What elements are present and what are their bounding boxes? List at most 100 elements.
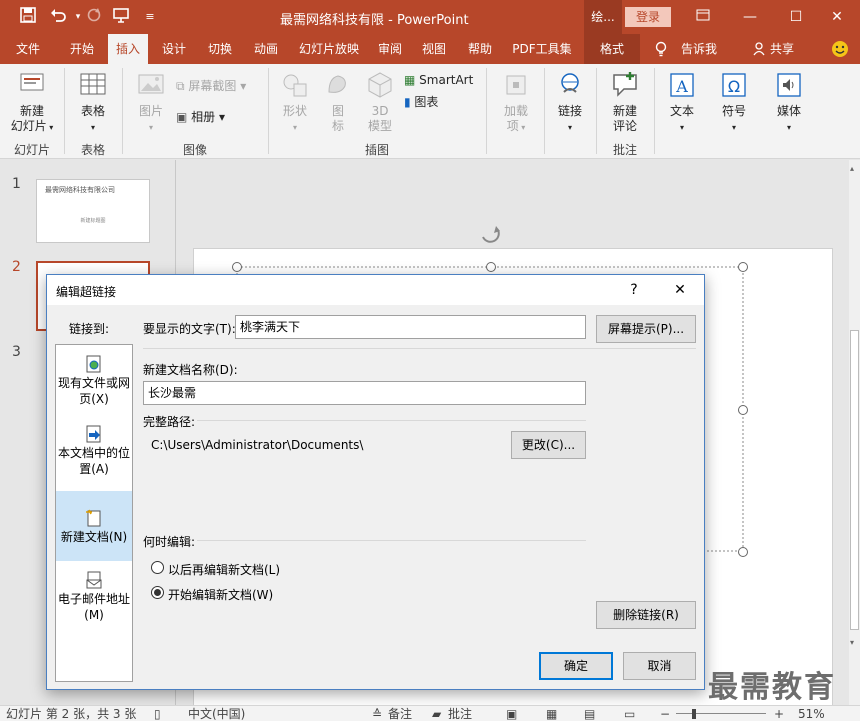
display-text-input[interactable]: 桃李满天下 [235,315,586,339]
edit-now-radio[interactable] [151,586,164,599]
icons-button[interactable]: 图 标 [318,70,358,134]
new-comment-button[interactable]: 新建 评论 [602,70,648,134]
smartart-button[interactable]: ▦ SmartArt [404,72,473,88]
help-button[interactable]: ? [623,279,645,301]
close-icon[interactable]: ✕ [814,0,860,34]
tab-transitions[interactable]: 切换 [200,34,240,64]
smiley-icon[interactable] [828,34,852,64]
normal-view-icon[interactable]: ▣ [506,707,517,721]
web-page-icon [86,355,101,373]
tab-help[interactable]: 帮助 [462,34,498,64]
slide-sorter-icon[interactable]: ▦ [546,707,557,721]
watermark: 最需教育 [708,670,836,705]
maximize-icon[interactable]: ☐ [773,0,819,34]
3d-models-button[interactable]: 3D 模型 [360,70,400,134]
change-path-button[interactable]: 更改(C)... [511,431,586,459]
notes-button[interactable]: 备注 [388,707,412,721]
tab-review[interactable]: 审阅 [372,34,408,64]
redo-icon[interactable] [84,7,104,27]
full-path-label: 完整路径: [143,415,196,429]
symbol-button[interactable]: Ω 符号 ▾ [712,70,756,135]
tab-format[interactable]: 格式 [584,34,640,64]
vertical-scrollbar[interactable]: ▴ ▾ [849,160,860,705]
link-to-place-in-document[interactable]: 本文档中的位 置(A) [56,425,132,487]
link-to-email[interactable]: 电子邮件地址 (M) [56,571,132,631]
share-icon[interactable] [752,34,766,64]
table-button[interactable]: 表格 ▾ [70,70,116,135]
media-button[interactable]: 媒体 ▾ [766,70,812,135]
notes-icon[interactable]: ≙ [372,707,382,721]
screenshot-button[interactable]: ⧉ 屏幕截图 ▾ [176,78,246,94]
spellcheck-icon[interactable]: ▯ [154,707,161,721]
display-text-label: 要显示的文字(T): [143,322,236,336]
edit-now-label[interactable]: 开始编辑新文档(W) [168,586,273,603]
scroll-thumb[interactable] [850,330,859,630]
chart-label: 图表 [414,95,439,109]
customize-icon[interactable]: ≡ [140,7,160,27]
tell-me-search[interactable]: 告诉我 [674,34,724,64]
tab-pdf-tools[interactable]: PDF工具集 [506,34,578,64]
new-document-name-input[interactable]: 长沙最需 [143,381,586,405]
shapes-button[interactable]: 形状 ▾ [274,70,316,135]
link-to-new-document[interactable]: 新建文档(N) [56,491,132,561]
remove-link-button[interactable]: 删除链接(R) [596,601,696,629]
tab-view[interactable]: 视图 [416,34,452,64]
tab-design[interactable]: 设计 [154,34,194,64]
tab-slideshow[interactable]: 幻灯片放映 [292,34,366,64]
resize-handle[interactable] [738,405,748,415]
zoom-level[interactable]: 51% [798,707,825,721]
zoom-slider[interactable] [676,713,766,714]
zoom-out-icon[interactable]: − [660,707,670,721]
resize-handle[interactable] [232,262,242,272]
comments-icon[interactable]: ▰ [432,707,441,721]
language-indicator[interactable]: 中文(中国) [188,707,245,721]
resize-handle[interactable] [738,547,748,557]
edit-later-radio[interactable] [151,561,164,574]
reading-view-icon[interactable]: ▤ [584,707,595,721]
link-to-existing-file[interactable]: 现有文件或网 页(X) [56,355,132,415]
ok-button[interactable]: 确定 [539,652,613,680]
addins-button[interactable]: 加载 项 ▾ [494,70,538,135]
tab-insert[interactable]: 插入 [108,34,148,64]
tab-file[interactable]: 文件 [6,34,50,64]
scroll-up-icon[interactable]: ▴ [850,164,854,173]
picture-button[interactable]: 图片 ▾ [128,70,174,135]
slide-number: 3 [12,344,21,360]
resize-handle[interactable] [486,262,496,272]
edit-later-label[interactable]: 以后再编辑新文档(L) [168,561,280,578]
divider [143,348,696,349]
screenshot-label: 屏幕截图 [188,79,237,93]
new-slide-button[interactable]: 新建 幻灯片 ▾ [6,70,58,135]
comments-button[interactable]: 批注 [448,707,472,721]
slideshow-view-icon[interactable]: ▭ [624,707,635,721]
new-slide-icon [20,73,44,91]
new-slide-label: 新建 幻灯片 [10,104,47,133]
restore-icon[interactable] [680,0,726,34]
group-illustrations-label: 插图 [364,143,389,157]
undo-icon[interactable] [48,7,68,27]
zoom-in-icon[interactable]: + [774,707,784,721]
dialog-close-button[interactable]: ✕ [669,279,691,301]
chart-button[interactable]: ▮ 图表 [404,94,438,110]
screen-tip-button[interactable]: 屏幕提示(P)... [596,315,696,343]
link-button[interactable]: 链接 ▾ [550,70,590,135]
when-to-edit-label: 何时编辑: [143,535,196,549]
icons-label: 图 标 [331,104,344,133]
login-button[interactable]: 登录 [625,7,671,27]
resize-handle[interactable] [738,262,748,272]
album-button[interactable]: ▣ 相册 ▾ [176,109,225,125]
tab-animations[interactable]: 动画 [246,34,286,64]
zoom-slider-thumb[interactable] [692,709,696,719]
window-title: 最需网络科技有限 - PowerPoint [280,13,469,28]
edit-hyperlink-dialog: 编辑超链接 ? ✕ 链接到: 现有文件或网 页(X) 本文档中的位 置(A) 新… [46,274,705,690]
present-icon[interactable] [112,7,132,27]
slide-thumbnail-1[interactable]: 最需网络科技有限公司 新建标题图 [36,179,150,243]
tab-home[interactable]: 开始 [60,34,104,64]
share-button[interactable]: 共享 [766,34,798,64]
cancel-button[interactable]: 取消 [623,652,696,680]
scroll-down-icon[interactable]: ▾ [850,638,854,647]
save-icon[interactable] [18,7,38,27]
rotate-handle-icon[interactable] [480,226,500,246]
text-button[interactable]: A 文本 ▾ [660,70,704,135]
minimize-icon[interactable]: — [727,0,773,34]
